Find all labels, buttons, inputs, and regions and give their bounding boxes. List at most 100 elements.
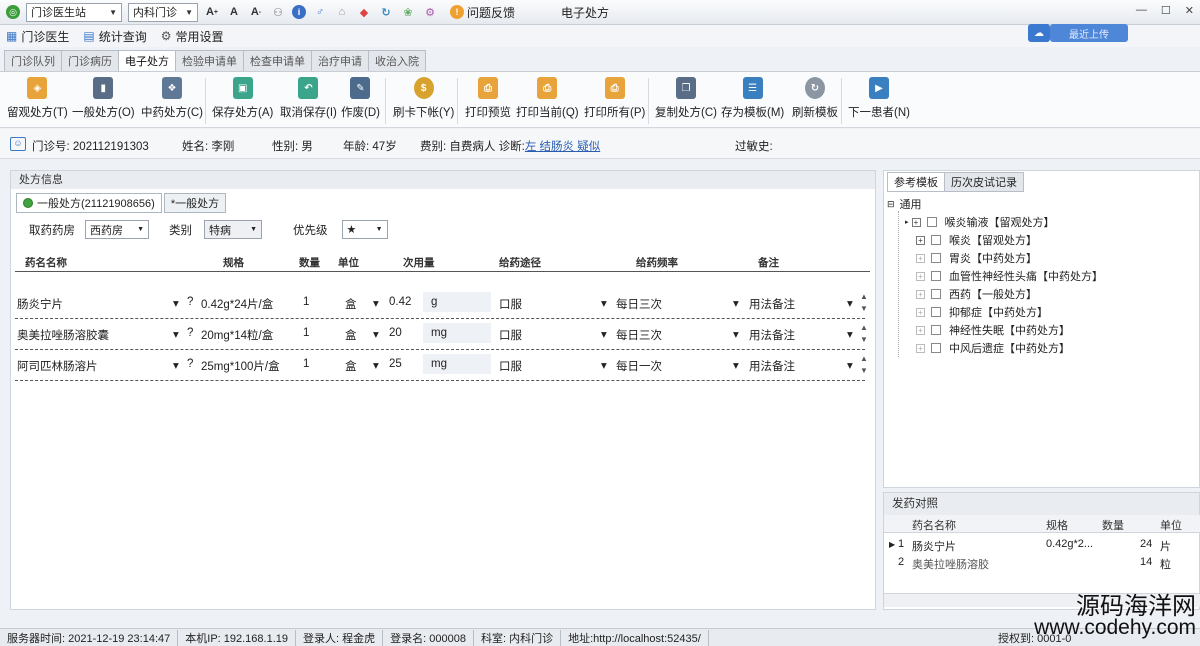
general-rx-button[interactable]: ▮ 一般处方(O) — [72, 77, 135, 120]
route-cell[interactable]: 口服 — [499, 327, 522, 343]
frequency-cell[interactable]: 每日三次 — [616, 296, 662, 312]
unit-dropdown-icon[interactable]: ▾ — [373, 327, 379, 341]
tree-item[interactable]: + 中风后遗症【中药处方】 — [916, 340, 1070, 356]
menu-settings[interactable]: ⚙ 常用设置 — [161, 28, 224, 45]
qty-cell[interactable]: 1 — [303, 296, 309, 308]
tab-prescription[interactable]: 电子处方 — [118, 50, 176, 71]
route-dropdown-icon[interactable]: ▾ — [601, 296, 607, 310]
drug-name-cell[interactable]: 肠炎宁片 — [17, 296, 63, 312]
expand-icon[interactable]: + — [916, 253, 925, 263]
checkbox[interactable] — [931, 325, 941, 335]
expand-icon[interactable]: + — [916, 289, 925, 299]
cloud-icon[interactable]: ☁ — [1028, 24, 1050, 42]
observation-rx-button[interactable]: ◈ 留观处方(T) — [7, 77, 68, 120]
checkbox[interactable] — [931, 289, 941, 299]
gender-icon[interactable]: ♂ — [312, 4, 328, 20]
up-arrow-icon[interactable]: ▲ — [860, 354, 868, 363]
drug-dropdown-icon[interactable]: ▾ — [173, 327, 179, 341]
expand-icon[interactable]: + — [916, 235, 925, 245]
expand-icon[interactable]: + — [916, 325, 925, 335]
note-cell[interactable]: 用法备注 — [749, 327, 795, 343]
route-dropdown-icon[interactable]: ▾ — [601, 358, 607, 372]
unit-cell[interactable]: 盒 — [345, 358, 357, 374]
down-arrow-icon[interactable]: ▼ — [860, 366, 868, 375]
route-cell[interactable]: 口服 — [499, 358, 522, 374]
qty-cell[interactable]: 1 — [303, 327, 309, 339]
tools-icon[interactable]: ❀ — [400, 4, 416, 20]
down-arrow-icon[interactable]: ▼ — [860, 335, 868, 344]
checkbox[interactable] — [926, 217, 937, 227]
station-select[interactable]: 门诊医生站 ▼ — [26, 2, 122, 22]
checkbox[interactable] — [931, 235, 941, 245]
feedback-button[interactable]: ! 问题反馈 — [450, 4, 515, 21]
tab-queue[interactable]: 门诊队列 — [4, 50, 62, 71]
drug-name-cell[interactable]: 奥美拉唑肠溶胶囊 — [17, 327, 109, 343]
void-button[interactable]: ✎ 作废(D) — [341, 77, 380, 120]
tab-general-rx-new[interactable]: *一般处方 — [163, 193, 227, 213]
menu-outpatient-doctor[interactable]: ▦ 门诊医生 — [6, 28, 69, 45]
tree-root[interactable]: ⊟ 通用 — [887, 196, 922, 212]
note-dropdown-icon[interactable]: ▾ — [847, 327, 853, 341]
note-dropdown-icon[interactable]: ▾ — [847, 358, 853, 372]
info-icon[interactable]: i — [292, 5, 306, 19]
print-current-button[interactable]: ⎙ 打印当前(Q) — [516, 77, 579, 120]
frequency-dropdown-icon[interactable]: ▾ — [733, 327, 739, 341]
unit-dropdown-icon[interactable]: ▾ — [373, 358, 379, 372]
tab-exam-request[interactable]: 检查申请单 — [243, 50, 312, 71]
tree-item[interactable]: + 血管性神经性头痛【中药处方】 — [916, 268, 1103, 284]
tab-skin-test-history[interactable]: 历次皮试记录 — [944, 172, 1024, 192]
note-dropdown-icon[interactable]: ▾ — [847, 296, 853, 310]
checkbox[interactable] — [931, 271, 941, 281]
card-charge-button[interactable]: $ 刷卡下帐(Y) — [393, 77, 454, 120]
font-normal-icon[interactable]: A — [226, 4, 242, 20]
menu-statistics[interactable]: ▤ 统计查询 — [83, 28, 146, 45]
refresh-icon[interactable]: ↻ — [378, 4, 394, 20]
dose-cell[interactable]: 0.42 — [389, 296, 411, 308]
tree-item[interactable]: + 喉炎【留观处方】 — [916, 232, 1037, 248]
note-cell[interactable]: 用法备注 — [749, 358, 795, 374]
close-icon[interactable]: ✕ — [1185, 4, 1194, 17]
print-all-button[interactable]: ⎙ 打印所有(P) — [584, 77, 645, 120]
maximize-icon[interactable]: ☐ — [1161, 4, 1171, 17]
print-preview-button[interactable]: ⎙ 打印预览 — [465, 77, 511, 120]
tree-item[interactable]: + 西药【一般处方】 — [916, 286, 1037, 302]
frequency-dropdown-icon[interactable]: ▾ — [733, 296, 739, 310]
tab-treatment[interactable]: 治疗申请 — [311, 50, 369, 71]
up-arrow-icon[interactable]: ▲ — [860, 323, 868, 332]
tree-item[interactable]: + 抑郁症【中药处方】 — [916, 304, 1048, 320]
dose-cell[interactable]: 25 — [389, 358, 402, 370]
settings-icon[interactable]: ⚙ — [422, 4, 438, 20]
users-icon[interactable]: ⚇ — [270, 4, 286, 20]
tree-item[interactable]: + 神经性失眠【中药处方】 — [916, 322, 1070, 338]
diagnosis-link[interactable]: 左 结肠炎 疑似 — [525, 141, 600, 153]
next-patient-button[interactable]: ▶ 下一患者(N) — [848, 77, 910, 120]
copy-rx-button[interactable]: ❐ 复制处方(C) — [655, 77, 717, 120]
checkbox[interactable] — [931, 253, 941, 263]
checkbox[interactable] — [931, 307, 941, 317]
font-increase-icon[interactable]: A + — [204, 4, 220, 20]
expand-icon[interactable]: + — [916, 307, 925, 317]
upload-button[interactable]: 最近上传 — [1050, 24, 1128, 42]
minimize-icon[interactable]: — — [1136, 4, 1147, 17]
help-icon[interactable]: ? — [187, 327, 193, 339]
priority-select[interactable]: ★ ▼ — [341, 220, 388, 239]
tree-item[interactable]: ▸ + 喉炎输液【留观处方】 — [905, 214, 1055, 230]
route-cell[interactable]: 口服 — [499, 296, 522, 312]
frequency-cell[interactable]: 每日一次 — [616, 358, 662, 374]
route-dropdown-icon[interactable]: ▾ — [601, 327, 607, 341]
dept-select[interactable]: 内科门诊 ▼ — [128, 2, 198, 22]
font-decrease-icon[interactable]: A- — [248, 4, 264, 20]
cancel-save-button[interactable]: ↶ 取消保存(I) — [280, 77, 337, 120]
unit-cell[interactable]: 盒 — [345, 296, 357, 312]
save-rx-button[interactable]: ▣ 保存处方(A) — [212, 77, 273, 120]
frequency-dropdown-icon[interactable]: ▾ — [733, 358, 739, 372]
down-arrow-icon[interactable]: ▼ — [860, 304, 868, 313]
unit-dropdown-icon[interactable]: ▾ — [373, 296, 379, 310]
category-select[interactable]: 特病 ▼ — [204, 220, 262, 239]
save-template-button[interactable]: ☰ 存为模板(M) — [721, 77, 784, 120]
dose-cell[interactable]: 20 — [389, 327, 402, 339]
tree-item[interactable]: + 胃炎【中药处方】 — [916, 250, 1037, 266]
eraser-icon[interactable]: ◆ — [356, 4, 372, 20]
checkbox[interactable] — [931, 343, 941, 353]
qty-cell[interactable]: 1 — [303, 358, 309, 370]
